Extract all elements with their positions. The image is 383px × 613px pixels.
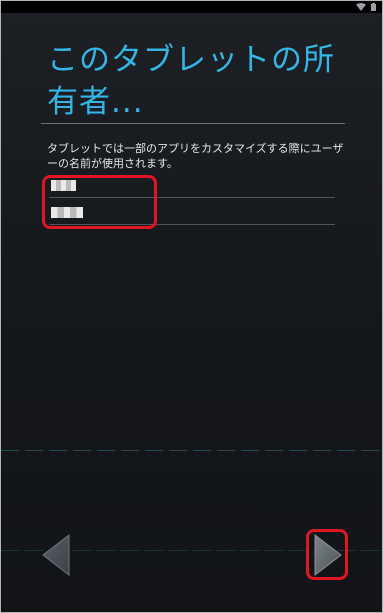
arrow-left-icon — [37, 533, 77, 577]
name-fields-highlight — [42, 175, 157, 229]
next-button-highlight — [306, 529, 348, 580]
setup-screen: このタブレットの所有者... タブレットでは一部のアプリをカスタマイズする際にユ… — [0, 0, 383, 613]
decorative-line — [1, 450, 382, 451]
back-button[interactable] — [37, 533, 77, 577]
battery-icon — [371, 3, 376, 11]
description-text: タブレットでは一部のアプリをカスタマイズする際にユーザーの名前が使用されます。 — [47, 142, 344, 170]
wifi-icon — [356, 3, 366, 11]
title-divider — [41, 123, 345, 124]
status-bar — [1, 1, 382, 13]
page-title: このタブレットの所有者... — [47, 42, 335, 120]
